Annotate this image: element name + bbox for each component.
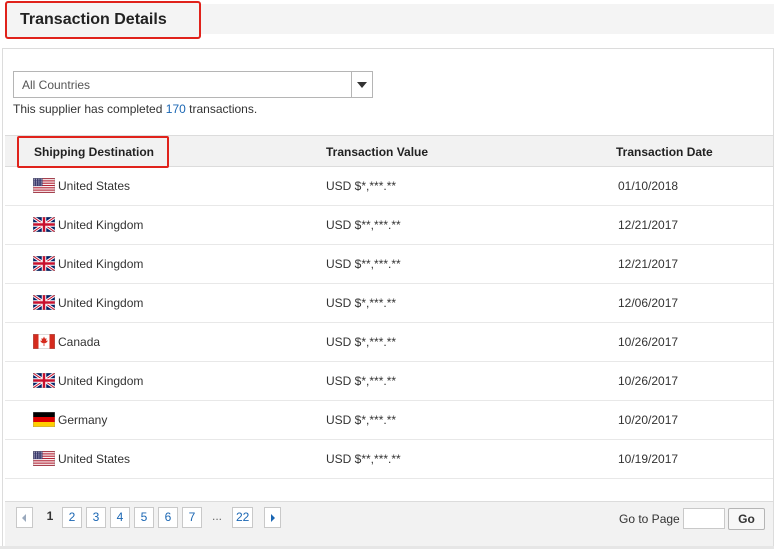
row-date: 01/10/2018 (618, 179, 679, 193)
table-header: Shipping Destination Transaction Value T… (5, 135, 773, 168)
transactions-panel: All Countries This supplier has complete… (2, 48, 774, 547)
chevron-left-icon (22, 514, 26, 522)
row-date: 10/20/2017 (618, 413, 679, 427)
row-value: USD $**,***.** (326, 452, 401, 466)
column-header-date[interactable]: Transaction Date (616, 145, 713, 159)
page-link-7[interactable]: 7 (182, 507, 202, 528)
row-date: 12/06/2017 (618, 296, 679, 310)
transaction-count: 170 (165, 102, 186, 116)
next-page-button[interactable] (264, 507, 281, 528)
uk-flag-icon (32, 371, 56, 390)
row-date: 10/19/2017 (618, 452, 679, 466)
chevron-right-icon (271, 514, 275, 522)
row-date: 12/21/2017 (618, 257, 679, 271)
row-value: USD $*,***.** (326, 335, 397, 349)
go-button[interactable]: Go (728, 508, 765, 530)
goto-page-input[interactable] (683, 508, 725, 529)
table-row: United States USD $*,***.** 01/10/2018 (5, 167, 773, 206)
table-row: Canada USD $*,***.** 10/26/2017 (5, 323, 773, 362)
row-value: USD $**,***.** (326, 218, 401, 232)
country-select-value: All Countries (22, 78, 91, 92)
page-link-2[interactable]: 2 (62, 507, 82, 528)
table-row: United Kingdom USD $**,***.** 12/21/2017 (5, 206, 773, 245)
us-flag-icon (32, 450, 56, 467)
page-title: Transaction Details (20, 11, 167, 28)
page-link-22[interactable]: 22 (232, 507, 254, 528)
uk-flag-icon (32, 293, 56, 312)
title-bar: Transaction Details (0, 0, 774, 40)
prev-page-button[interactable] (16, 507, 33, 528)
summary-prefix: This supplier has completed (13, 102, 163, 116)
row-value: USD $*,***.** (326, 374, 397, 388)
page-link-5[interactable]: 5 (134, 507, 154, 528)
row-value: USD $*,***.** (326, 413, 397, 427)
uk-flag-icon (32, 254, 56, 273)
chevron-down-icon (357, 82, 367, 88)
row-country: United Kingdom (58, 296, 144, 310)
page-link-3[interactable]: 3 (86, 507, 106, 528)
ca-flag-icon (32, 333, 56, 350)
row-date: 12/21/2017 (618, 218, 679, 232)
row-country: Germany (58, 413, 108, 427)
table-row: United Kingdom USD $*,***.** 12/06/2017 (5, 284, 773, 323)
table-row: United Kingdom USD $**,***.** 12/21/2017 (5, 245, 773, 284)
row-value: USD $*,***.** (326, 179, 397, 193)
column-header-destination[interactable]: Shipping Destination (34, 145, 154, 159)
row-country: United Kingdom (58, 257, 144, 271)
table-row: United States USD $**,***.** 10/19/2017 (5, 440, 773, 479)
table-row: United Kingdom USD $*,***.** 10/26/2017 (5, 362, 773, 401)
row-date: 10/26/2017 (618, 335, 679, 349)
country-select-toggle[interactable] (351, 72, 372, 97)
de-flag-icon (32, 411, 56, 428)
row-value: USD $**,***.** (326, 257, 401, 271)
us-flag-icon (32, 177, 56, 194)
summary-suffix: transactions. (189, 102, 258, 116)
title-strip (199, 4, 774, 34)
country-select[interactable]: All Countries (13, 71, 373, 98)
transaction-rows: United States USD $*,***.** 01/10/2018 Unit… (5, 167, 773, 479)
transaction-summary: This supplier has completed 170 transact… (13, 102, 257, 116)
page-current: 1 (46, 509, 54, 523)
page-ellipsis: ... (211, 509, 222, 523)
pagination: 1 2 3 4 5 6 7 ... 22 Go to Page Go (5, 501, 773, 547)
row-country: United States (58, 179, 131, 193)
table-row: Germany USD $*,***.** 10/20/2017 (5, 401, 773, 440)
goto-page-label: Go to Page (619, 512, 680, 526)
row-country: United Kingdom (58, 374, 144, 388)
row-country: United Kingdom (58, 218, 144, 232)
row-country: Canada (58, 335, 101, 349)
row-value: USD $*,***.** (326, 296, 397, 310)
page-link-4[interactable]: 4 (110, 507, 130, 528)
column-header-value[interactable]: Transaction Value (326, 145, 428, 159)
row-country: United States (58, 452, 131, 466)
title-highlight-box: Transaction Details (5, 1, 201, 39)
page-link-6[interactable]: 6 (158, 507, 178, 528)
row-date: 10/26/2017 (618, 374, 679, 388)
uk-flag-icon (32, 215, 56, 234)
